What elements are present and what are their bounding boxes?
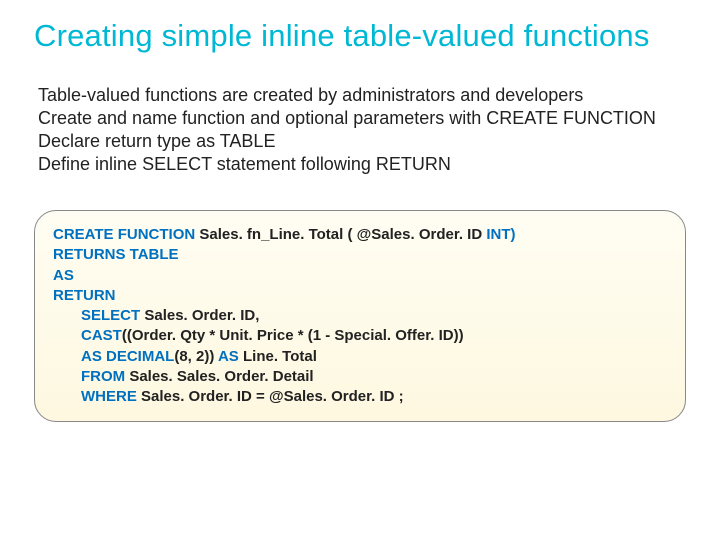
- kw-where: WHERE: [81, 388, 141, 405]
- body-line-1: Table-valued functions are created by ad…: [38, 85, 583, 105]
- code-line-6: CAST((Order. Qty * Unit. Price * (1 - Sp…: [53, 326, 667, 346]
- code-text: @Sales. Order. ID: [357, 226, 487, 243]
- kw-as-2: AS: [218, 348, 243, 365]
- code-text: Sales. Sales. Order. Detail: [129, 368, 313, 385]
- body-text: Table-valued functions are created by ad…: [34, 84, 686, 176]
- code-text: (8, 2)): [174, 348, 218, 365]
- code-line-3: AS: [53, 266, 667, 286]
- kw-create-function: CREATE FUNCTION: [53, 226, 199, 243]
- kw-from: FROM: [81, 368, 129, 385]
- code-text: Line. Total: [243, 348, 317, 365]
- code-text: Sales. Order. ID = @Sales. Order. ID ;: [141, 388, 404, 405]
- code-block: CREATE FUNCTION Sales. fn_Line. Total ( …: [34, 210, 686, 422]
- code-line-7: AS DECIMAL(8, 2)) AS Line. Total: [53, 347, 667, 367]
- code-text: ((Order. Qty * Unit. Price * (1 - Specia…: [122, 327, 464, 344]
- kw-select: SELECT: [81, 307, 144, 324]
- body-line-2: Create and name function and optional pa…: [38, 108, 656, 128]
- kw-as-decimal: AS DECIMAL: [81, 348, 174, 365]
- code-line-8: FROM Sales. Sales. Order. Detail: [53, 367, 667, 387]
- code-line-9: WHERE Sales. Order. ID = @Sales. Order. …: [53, 387, 667, 407]
- kw-int: INT): [486, 226, 515, 243]
- code-text: Sales. fn_Line. Total (: [199, 226, 356, 243]
- code-line-1: CREATE FUNCTION Sales. fn_Line. Total ( …: [53, 225, 667, 245]
- code-line-2: RETURNS TABLE: [53, 245, 667, 265]
- code-text: Sales. Order. ID,: [144, 307, 259, 324]
- code-line-4: RETURN: [53, 286, 667, 306]
- slide-title: Creating simple inline table-valued func…: [34, 18, 686, 54]
- kw-cast: CAST: [81, 327, 122, 344]
- body-line-4: Define inline SELECT statement following…: [38, 154, 451, 174]
- slide: Creating simple inline table-valued func…: [0, 0, 720, 540]
- kw-return: RETURN: [53, 287, 116, 304]
- code-line-5: SELECT Sales. Order. ID,: [53, 306, 667, 326]
- kw-as: AS: [53, 267, 74, 284]
- kw-returns-table: RETURNS TABLE: [53, 246, 179, 263]
- body-line-3: Declare return type as TABLE: [38, 131, 275, 151]
